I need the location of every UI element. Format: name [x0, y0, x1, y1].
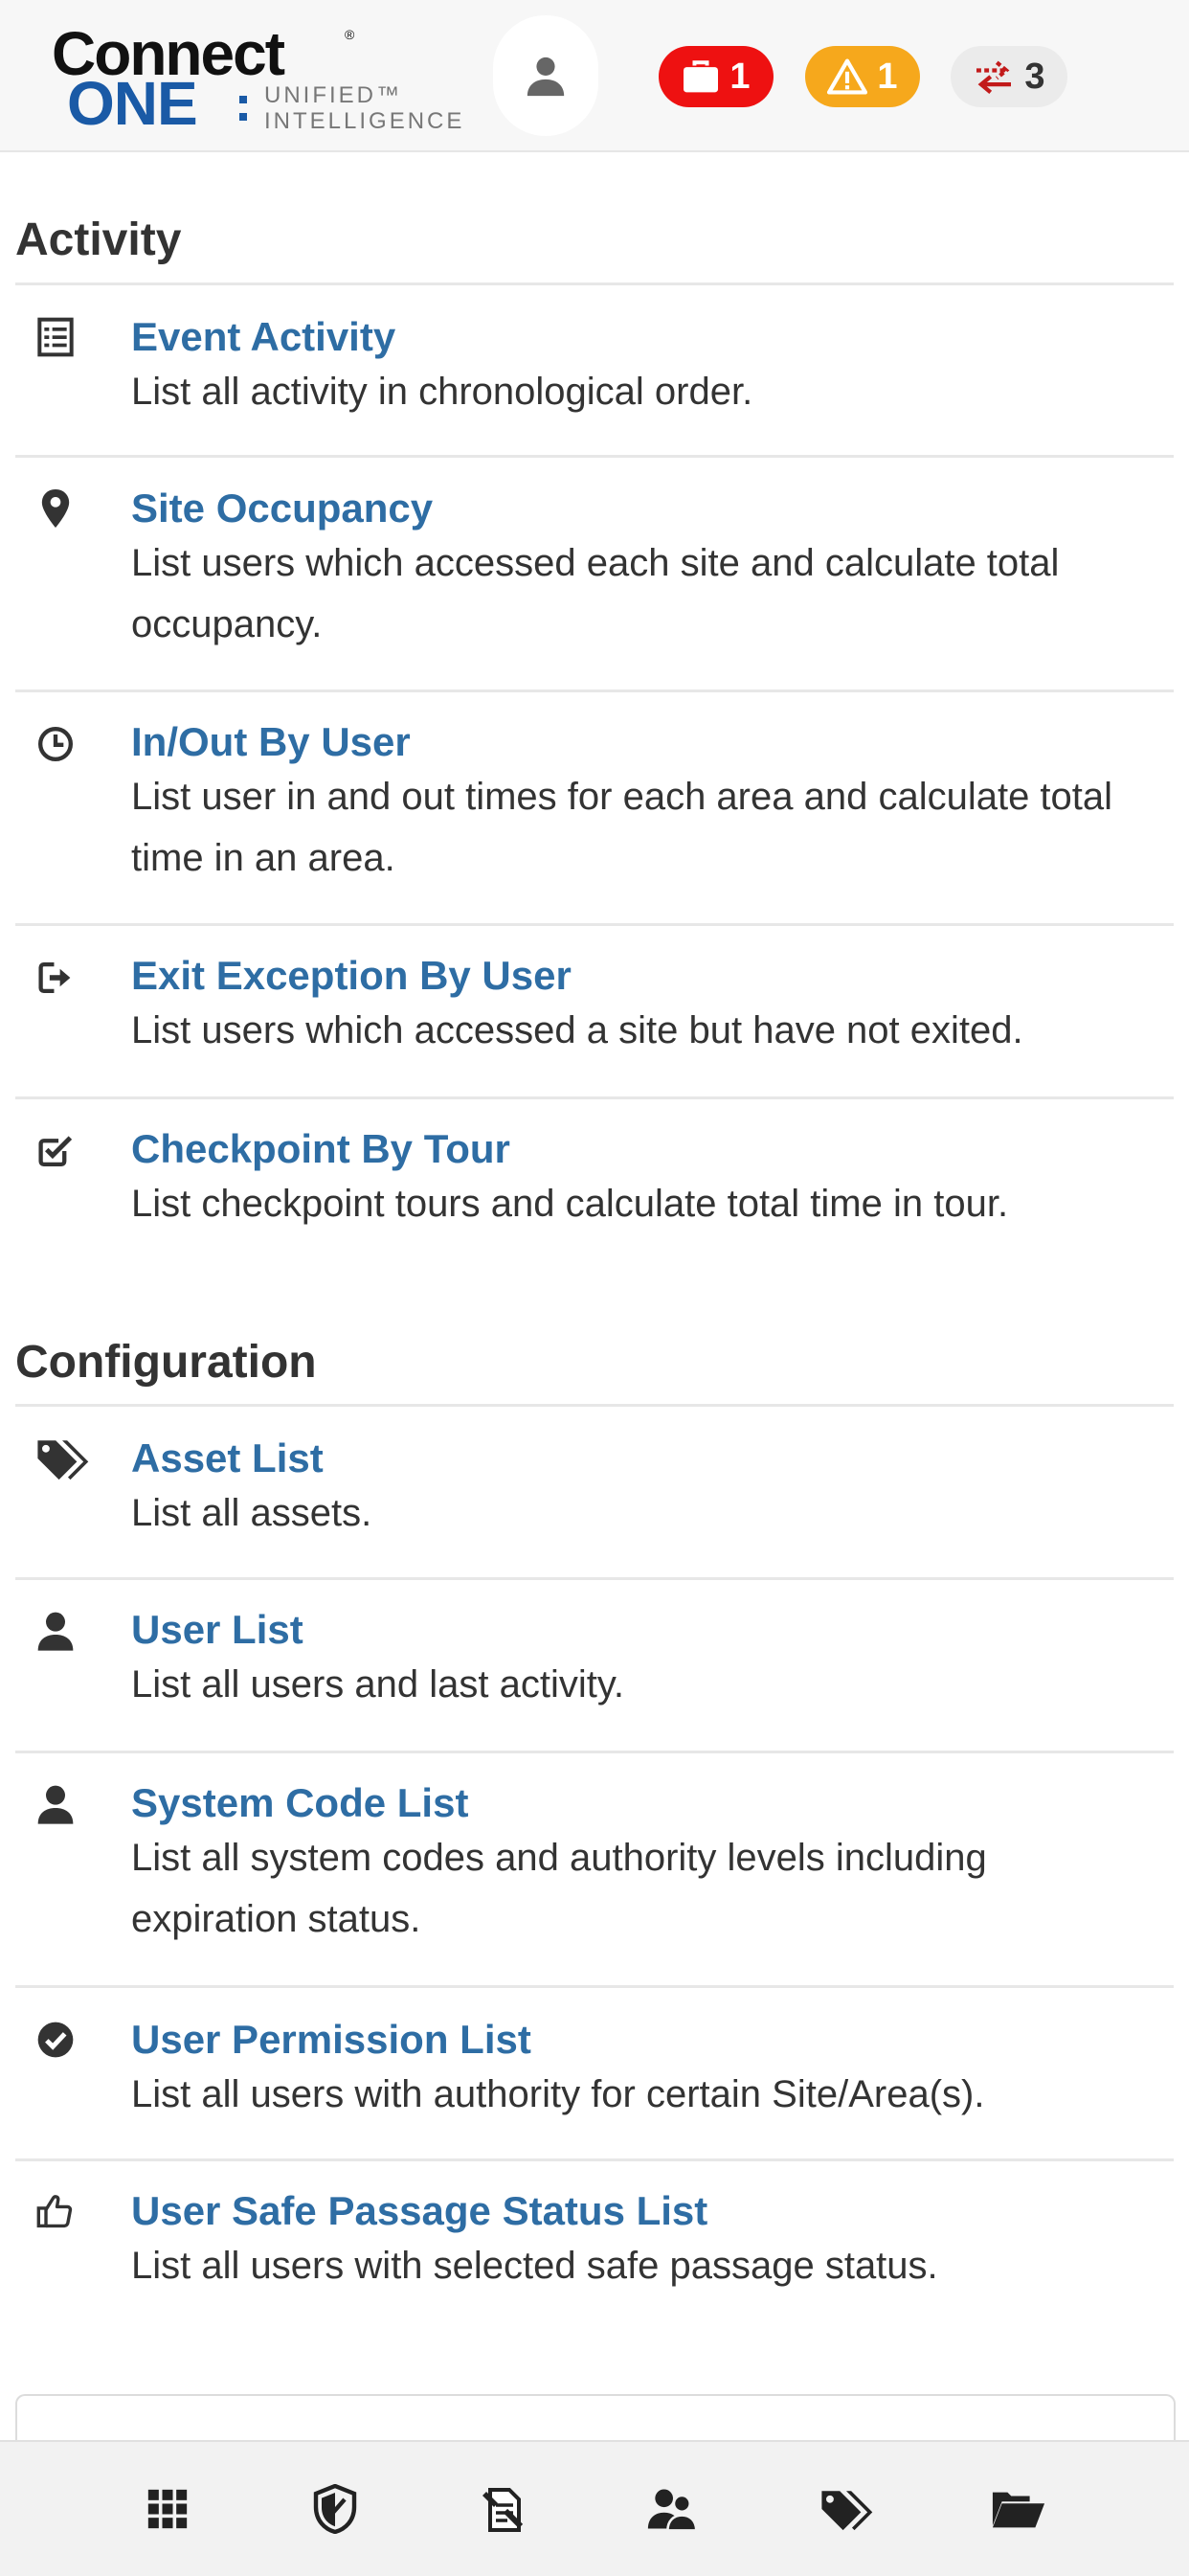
report-description: List user in and out times for each area… — [131, 776, 1113, 879]
nav-assets-button[interactable] — [818, 2480, 875, 2538]
shield-icon — [313, 2484, 357, 2534]
logo-tagline-line1: UNIFIED™ — [264, 82, 402, 108]
nav-security-button[interactable] — [306, 2480, 364, 2538]
report-description: List checkpoint tours and calculate tota… — [131, 1183, 1009, 1225]
warning-icon — [827, 58, 868, 95]
warning-count: 1 — [877, 56, 898, 97]
report-title: User List — [131, 1607, 303, 1652]
report-title: Exit Exception By User — [131, 953, 572, 998]
report-description: List all users with selected safe passag… — [131, 2245, 938, 2287]
report-description: List all activity in chronological order… — [131, 371, 753, 413]
thumbs-up-icon — [36, 2195, 73, 2228]
report-item-asset-list[interactable]: Asset List List all assets. — [15, 1407, 1174, 1580]
section-title-configuration: Configuration — [15, 1337, 317, 1388]
report-title: User Permission List — [131, 2017, 531, 2062]
user-icon — [37, 1785, 74, 1824]
report-item-checkpoint-by-tour[interactable]: Checkpoint By Tour List checkpoint tours… — [15, 1099, 1174, 1243]
report-title: In/Out By User — [131, 719, 411, 764]
report-title: System Code List — [131, 1780, 469, 1825]
report-item-user-permission-list[interactable]: User Permission List List all users with… — [15, 1988, 1174, 2161]
report-description: List all system codes and authority leve… — [131, 1837, 987, 1940]
report-title: Checkpoint By Tour — [131, 1126, 510, 1171]
user-icon — [527, 56, 565, 97]
report-description: List users which accessed a site but hav… — [131, 1009, 1023, 1051]
transfer-badge[interactable]: 3 — [951, 46, 1067, 107]
logo-tagline: UNIFIED™ INTELLIGENCE — [264, 82, 464, 134]
transfer-arrows-icon — [976, 60, 1012, 94]
exit-icon — [38, 962, 71, 993]
alarm-count: 1 — [729, 56, 751, 97]
checkbox-icon — [38, 1136, 73, 1166]
section-title-activity: Activity — [15, 215, 182, 265]
report-description: List all assets. — [131, 1492, 372, 1534]
warning-badge[interactable]: 1 — [805, 46, 920, 107]
grid-icon — [147, 2489, 188, 2529]
map-marker-icon — [41, 489, 70, 528]
briefcase-icon — [684, 60, 719, 93]
logo-dots — [239, 90, 255, 128]
report-title: Site Occupancy — [131, 486, 434, 531]
logo-word-one: ONE — [67, 69, 198, 138]
tags-icon — [821, 2491, 873, 2531]
bottom-navigation — [0, 2440, 1189, 2576]
nav-files-button[interactable] — [990, 2480, 1047, 2538]
nav-users-button[interactable] — [644, 2480, 702, 2538]
logo-tagline-line2: INTELLIGENCE — [264, 108, 465, 134]
report-item-user-list[interactable]: User List List all users and last activi… — [15, 1580, 1174, 1753]
users-icon — [647, 2489, 698, 2532]
report-description: List users which accessed each site and … — [131, 542, 1060, 645]
alarm-badge[interactable]: 1 — [659, 46, 774, 107]
item-divider — [15, 455, 1174, 458]
app-header: Connect ® ONE UNIFIED™ INTELLIGENCE 1 1 — [0, 0, 1189, 152]
document-edit-icon — [482, 2488, 524, 2532]
report-title: Asset List — [131, 1435, 324, 1480]
report-item-site-occupancy[interactable]: Site Occupancy List users which accessed… — [15, 459, 1174, 692]
profile-button[interactable] — [493, 15, 598, 136]
report-item-user-safe-passage-status-list[interactable]: User Safe Passage Status List List all u… — [15, 2161, 1174, 2315]
user-icon — [37, 1612, 74, 1651]
report-item-event-activity[interactable]: Event Activity List all activity in chro… — [15, 285, 1174, 458]
clock-icon — [38, 727, 73, 761]
nav-reports-button[interactable] — [475, 2480, 532, 2538]
transfer-count: 3 — [1024, 56, 1045, 97]
report-title: User Safe Passage Status List — [131, 2188, 708, 2233]
report-description: List all users with authority for certai… — [131, 2073, 985, 2115]
report-item-exit-exception-by-user[interactable]: Exit Exception By User List users which … — [15, 926, 1174, 1099]
report-description: List all users and last activity. — [131, 1663, 625, 1706]
connect-one-logo[interactable]: Connect ® ONE UNIFIED™ INTELLIGENCE — [52, 23, 461, 134]
check-circle-icon — [37, 2022, 74, 2058]
folder-open-icon — [992, 2492, 1045, 2528]
report-item-in-out-by-user[interactable]: In/Out By User List user in and out time… — [15, 692, 1174, 926]
tags-icon — [37, 1440, 89, 1480]
list-icon — [37, 317, 74, 357]
registered-mark: ® — [345, 27, 355, 42]
report-item-system-code-list[interactable]: System Code List List all system codes a… — [15, 1753, 1174, 1988]
report-title: Event Activity — [131, 314, 396, 359]
nav-dashboard-button[interactable] — [139, 2480, 196, 2538]
